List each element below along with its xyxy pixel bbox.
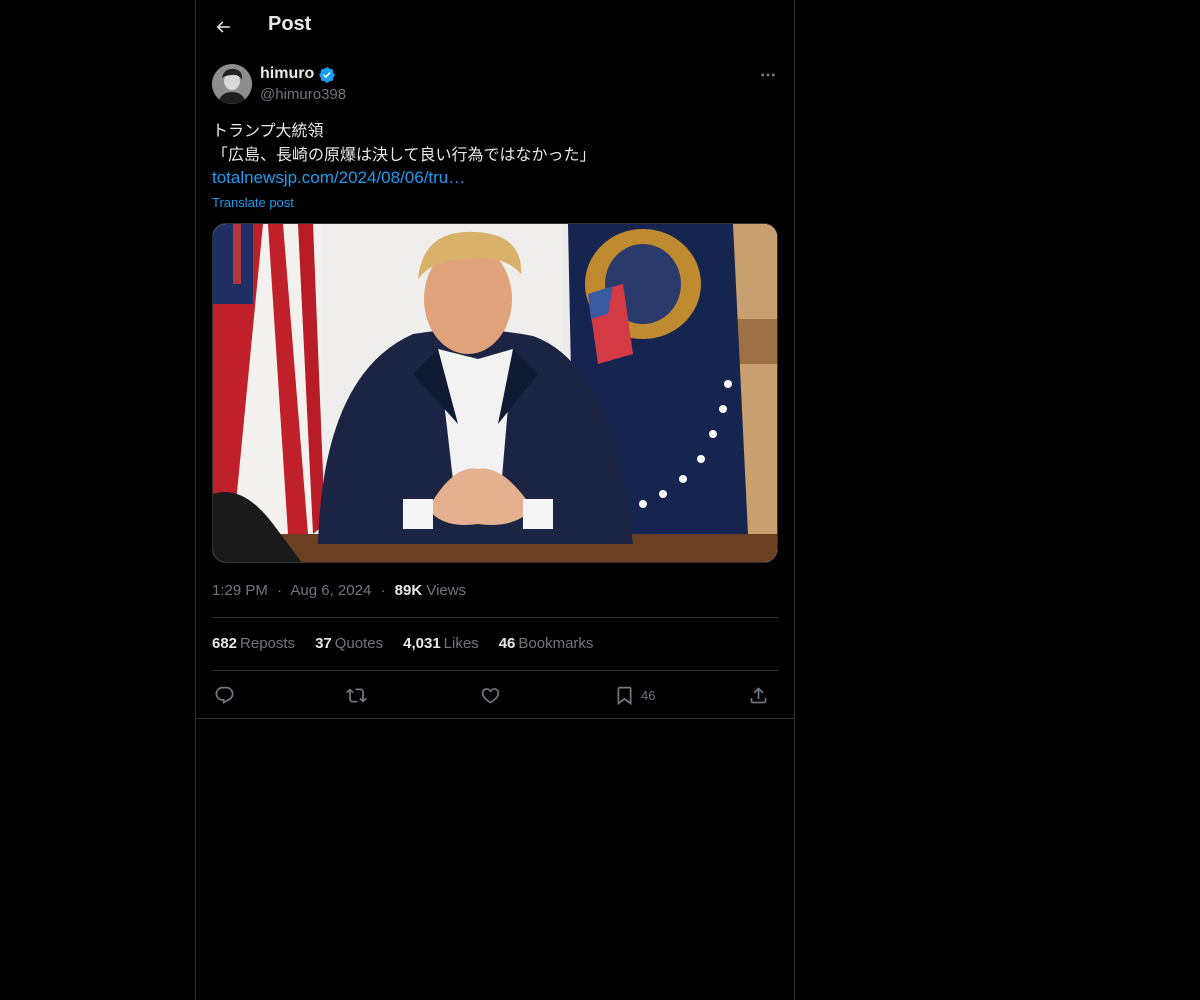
post-link[interactable]: totalnewsjp.com/2024/08/06/tru…: [212, 168, 465, 188]
bookmarks-stat[interactable]: 46 Bookmarks: [499, 635, 594, 652]
divider: [212, 617, 778, 618]
page-title: Post: [268, 13, 312, 35]
back-arrow-icon: [216, 21, 230, 33]
verified-badge-icon: [319, 67, 335, 83]
post-meta: 1:29 PM · Aug 6, 2024 · 89K Views: [212, 582, 466, 599]
more-icon: [761, 73, 775, 77]
post-text: トランプ大統領 「広島、長崎の原爆は決して良い行為ではなかった」: [212, 119, 778, 167]
engagement-stats: 682 Reposts 37 Quotes 4,031 Likes 46 Bookmar…: [212, 635, 593, 652]
views-label: Views: [426, 582, 467, 599]
post-bottom-border: [196, 718, 794, 719]
reposts-count: 682: [212, 635, 238, 652]
like-icon: [481, 687, 500, 704]
likes-stat[interactable]: 4,031 Likes: [403, 635, 479, 652]
post-image[interactable]: [212, 223, 778, 563]
likes-count: 4,031: [403, 635, 441, 652]
reposts-label: Reposts: [240, 635, 296, 652]
bookmarks-count: 46: [498, 635, 516, 652]
reply-button[interactable]: [214, 682, 235, 708]
quotes-label: Quotes: [334, 635, 384, 652]
more-button[interactable]: [756, 64, 780, 86]
quotes-count: 37: [315, 635, 332, 652]
bookmark-button[interactable]: 46: [614, 682, 655, 708]
share-icon: [750, 686, 767, 703]
post-text-line: 「広島、長崎の原爆は決して良い行為ではなかった」: [212, 145, 596, 164]
separator: ·: [380, 582, 386, 599]
bookmark-count: 46: [641, 687, 656, 703]
post-time[interactable]: 1:29 PM: [212, 582, 268, 599]
repost-button[interactable]: [346, 682, 367, 708]
header: Post: [196, 0, 794, 53]
author-name[interactable]: himuro: [260, 65, 314, 83]
back-button[interactable]: [208, 12, 238, 42]
post-text-line: トランプ大統領: [212, 121, 324, 140]
repost-icon: [346, 687, 367, 703]
separator: ·: [277, 582, 283, 599]
avatar[interactable]: [212, 64, 252, 104]
bookmark-icon: [617, 686, 632, 705]
author-handle[interactable]: @himuro398: [260, 86, 346, 103]
bookmarks-label: Bookmarks: [518, 635, 594, 652]
likes-label: Likes: [443, 635, 479, 652]
views-count: 89K: [394, 582, 423, 599]
share-button[interactable]: [748, 682, 769, 708]
translate-post-button[interactable]: Translate post: [212, 195, 294, 210]
divider: [212, 670, 778, 671]
like-button[interactable]: [480, 682, 501, 708]
reposts-stat[interactable]: 682 Reposts: [212, 635, 295, 652]
post-column: Post himuro @himuro398 トランプ大統領 「広島、長崎の原爆…: [195, 0, 795, 1000]
action-bar: 46: [212, 680, 778, 710]
post-date[interactable]: Aug 6, 2024: [290, 582, 371, 599]
post-photo: [213, 224, 777, 562]
quotes-stat[interactable]: 37 Quotes: [315, 635, 383, 652]
reply-icon: [215, 686, 234, 704]
